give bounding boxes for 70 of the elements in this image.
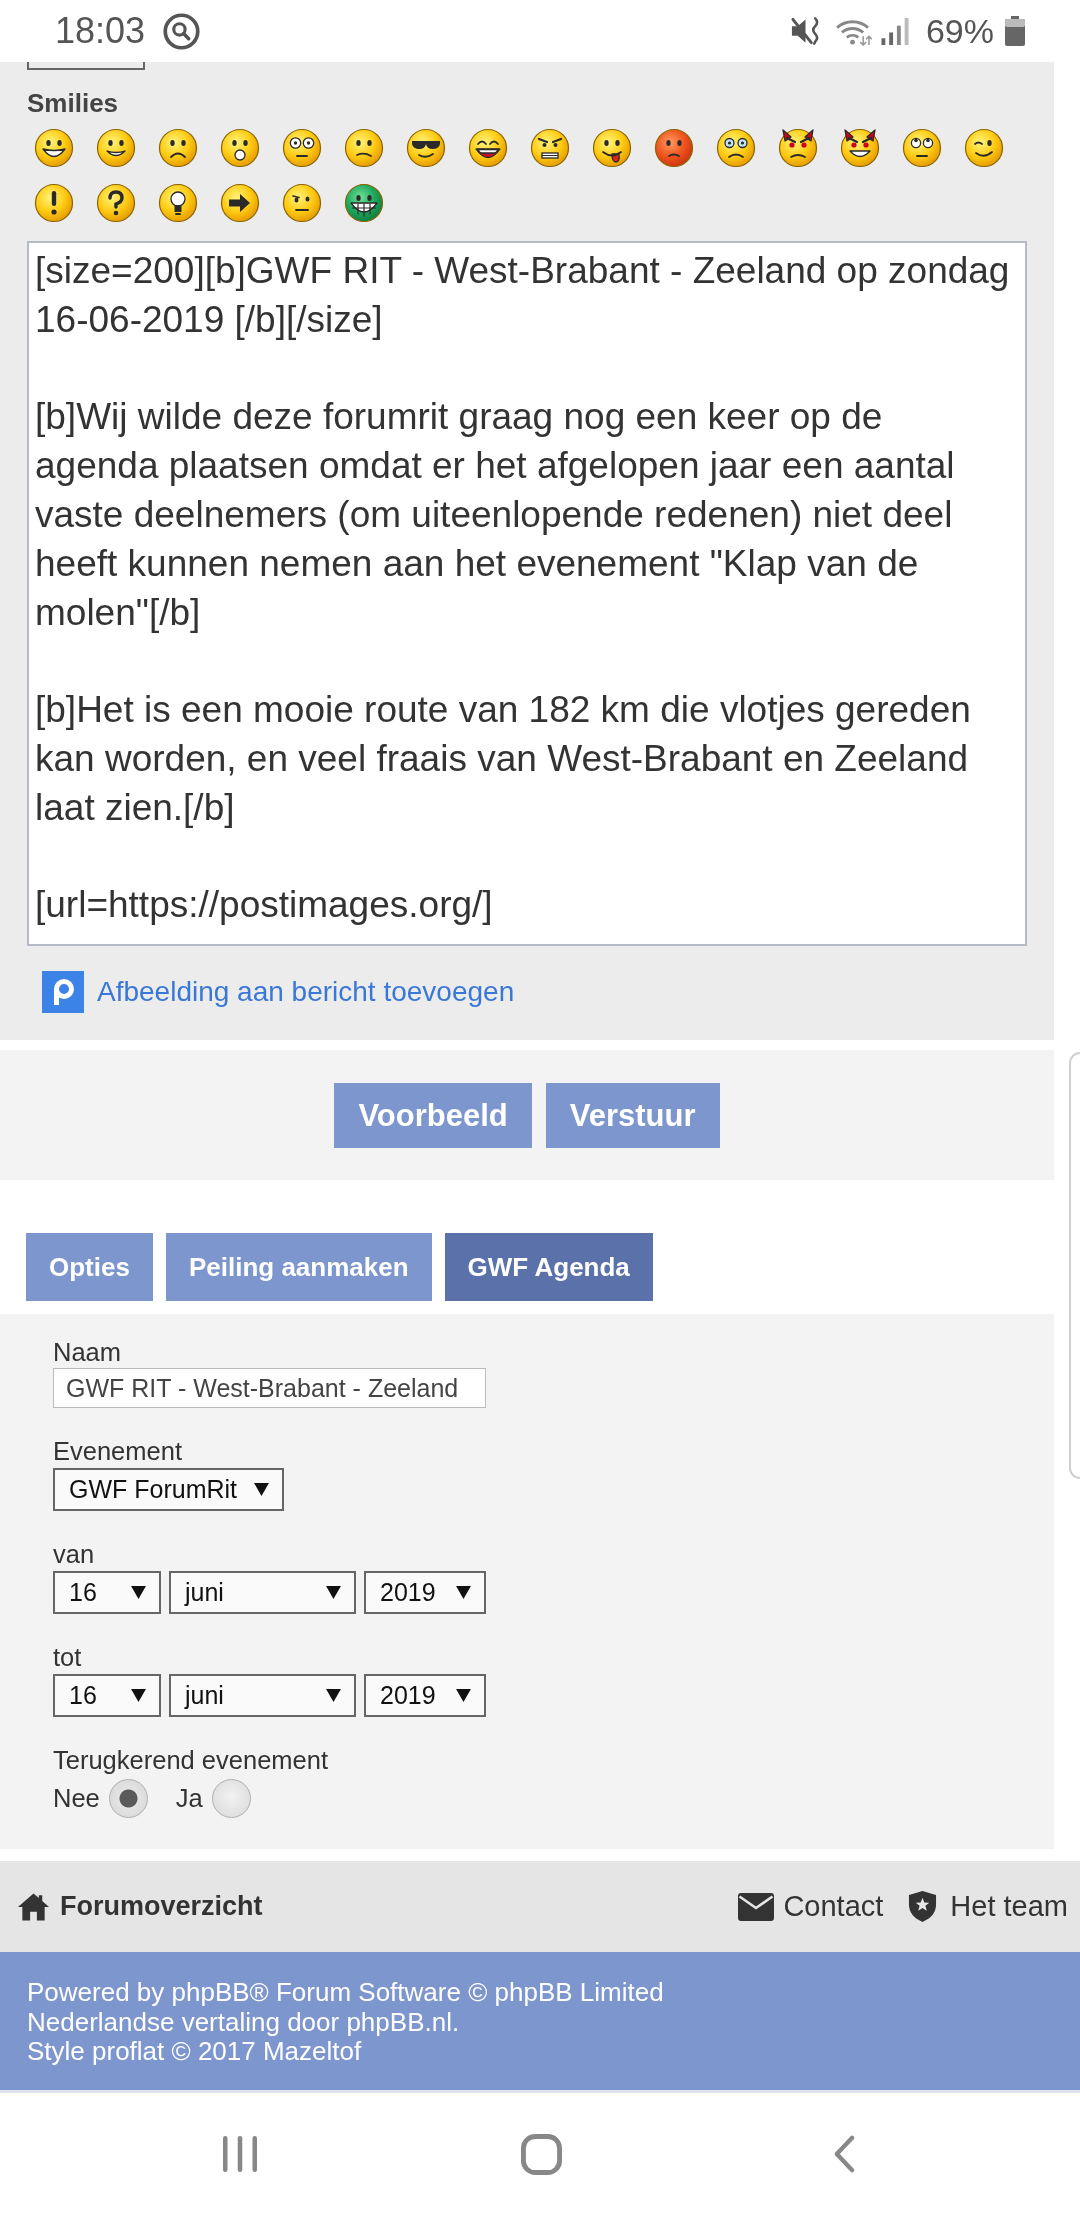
back-icon[interactable] — [833, 2134, 856, 2174]
confused-smiley-icon[interactable] — [344, 128, 384, 168]
footer-credit-line: Nederlandse vertaling door phpBB.nl. — [27, 2007, 460, 2037]
question-mark-icon[interactable] — [96, 183, 136, 223]
wide-eyed-smiley-icon[interactable] — [282, 128, 322, 168]
date-select[interactable]: 2019 — [364, 1571, 486, 1614]
toothy-grin-smiley-icon[interactable] — [344, 183, 384, 223]
radio-button[interactable] — [211, 1778, 251, 1818]
field-label: tot — [53, 1642, 82, 1672]
envelope-icon — [738, 1892, 775, 1921]
recents-icon[interactable] — [222, 2134, 258, 2174]
sad-smiley-icon[interactable] — [158, 128, 198, 168]
radio-label: Nee — [53, 1783, 100, 1813]
radio-button[interactable] — [108, 1778, 148, 1818]
shield-icon — [908, 1890, 938, 1923]
home-icon[interactable] — [521, 2134, 562, 2175]
muted-speaker-icon — [789, 16, 821, 46]
name-input[interactable]: GWF RIT - West-Brabant - Zeeland — [53, 1368, 486, 1408]
dropdown-arrow-icon — [326, 1689, 341, 1702]
date-select[interactable]: juni — [169, 1571, 356, 1614]
date-select[interactable]: 2019 — [364, 1674, 486, 1717]
lightbulb-icon[interactable] — [158, 183, 198, 223]
date-select[interactable]: juni — [169, 1674, 356, 1717]
grinning-smiley-icon[interactable] — [34, 128, 74, 168]
dropdown-arrow-icon — [131, 1689, 146, 1702]
signal-icon — [879, 16, 910, 46]
radio-label: Ja — [175, 1783, 203, 1813]
dropdown-arrow-icon — [456, 1689, 471, 1702]
date-select[interactable]: 16 — [53, 1571, 161, 1614]
grinning-devil-icon[interactable] — [840, 128, 880, 168]
field-label: van — [53, 1539, 95, 1569]
p-tile-icon — [42, 970, 84, 1013]
smiling-smiley-icon[interactable] — [96, 128, 136, 168]
sunglasses-smiley-icon[interactable] — [406, 128, 446, 168]
tab[interactable]: GWF Agenda — [444, 1233, 653, 1301]
status-time: 18:03 — [55, 11, 146, 51]
forum-index-link[interactable]: Forumoverzicht — [17, 1891, 263, 1922]
edge-panel-handle[interactable] — [1069, 1052, 1080, 1479]
neutral-smiley-icon[interactable] — [282, 183, 322, 223]
magnifier-icon — [163, 12, 201, 50]
arrow-right-icon[interactable] — [220, 183, 260, 223]
exclamation-icon[interactable] — [34, 183, 74, 223]
house-icon — [17, 1891, 50, 1922]
dropdown-arrow-icon — [456, 1586, 471, 1599]
field-label: Terugkerend evenement — [53, 1745, 328, 1775]
laughing-smiley-icon[interactable] — [468, 128, 508, 168]
dropdown-arrow-icon — [254, 1483, 269, 1496]
message-textarea[interactable]: [size=200][b]GWF RIT - West-Brabant - Zeeland op zondag 16-06-2019 [/b][/size] [b]Wij wilde deze forumrit graag nog een keer op de agenda plaatsen omdat er het afgelopen jaar een aantal vaste deelnemers (om uiteenlopende redenen) niet deel heeft kunnen nemen aan het evenement "Klap van de molen"[/b] [b]Het is een mooie route van 182 km die vlotjes gereden kan worden, en veel fraais van West-Brabant en Zeeland laat zien.[/b] [url=https://postimages.org/] — [27, 241, 1027, 946]
eye-rolling-smiley-icon[interactable] — [902, 128, 942, 168]
surprised-smiley-icon[interactable] — [220, 128, 260, 168]
dropdown-arrow-icon — [326, 1586, 341, 1599]
field-label: Evenement — [53, 1436, 182, 1466]
footer-link[interactable]: Contact — [738, 1890, 884, 1923]
blushing-smiley-icon[interactable] — [654, 128, 694, 168]
footer-link[interactable]: Het team — [908, 1890, 1068, 1923]
tongue-smiley-icon[interactable] — [592, 128, 632, 168]
battery-icon — [1004, 16, 1026, 46]
winking-smiley-icon[interactable] — [964, 128, 1004, 168]
smilies-heading: Smilies — [27, 88, 120, 118]
footer-credit-line: Style proflat © 2017 Mazeltof — [27, 2037, 362, 2067]
battery-percent: 69% — [925, 11, 994, 51]
dropdown-arrow-icon — [131, 1586, 146, 1599]
event-select[interactable]: GWF ForumRit — [53, 1468, 284, 1511]
add-image-link[interactable]: Afbeelding aan bericht toevoegen — [97, 975, 515, 1008]
footer-credit-line: Powered by phpBB® Forum Software © phpBB Limited — [27, 1978, 664, 2008]
date-select[interactable]: 16 — [53, 1674, 161, 1717]
crying-smiley-icon[interactable] — [716, 128, 756, 168]
field-label: Naam — [53, 1337, 122, 1367]
devil-smiley-icon[interactable] — [778, 128, 818, 168]
angry-smiley-icon[interactable] — [530, 128, 570, 168]
